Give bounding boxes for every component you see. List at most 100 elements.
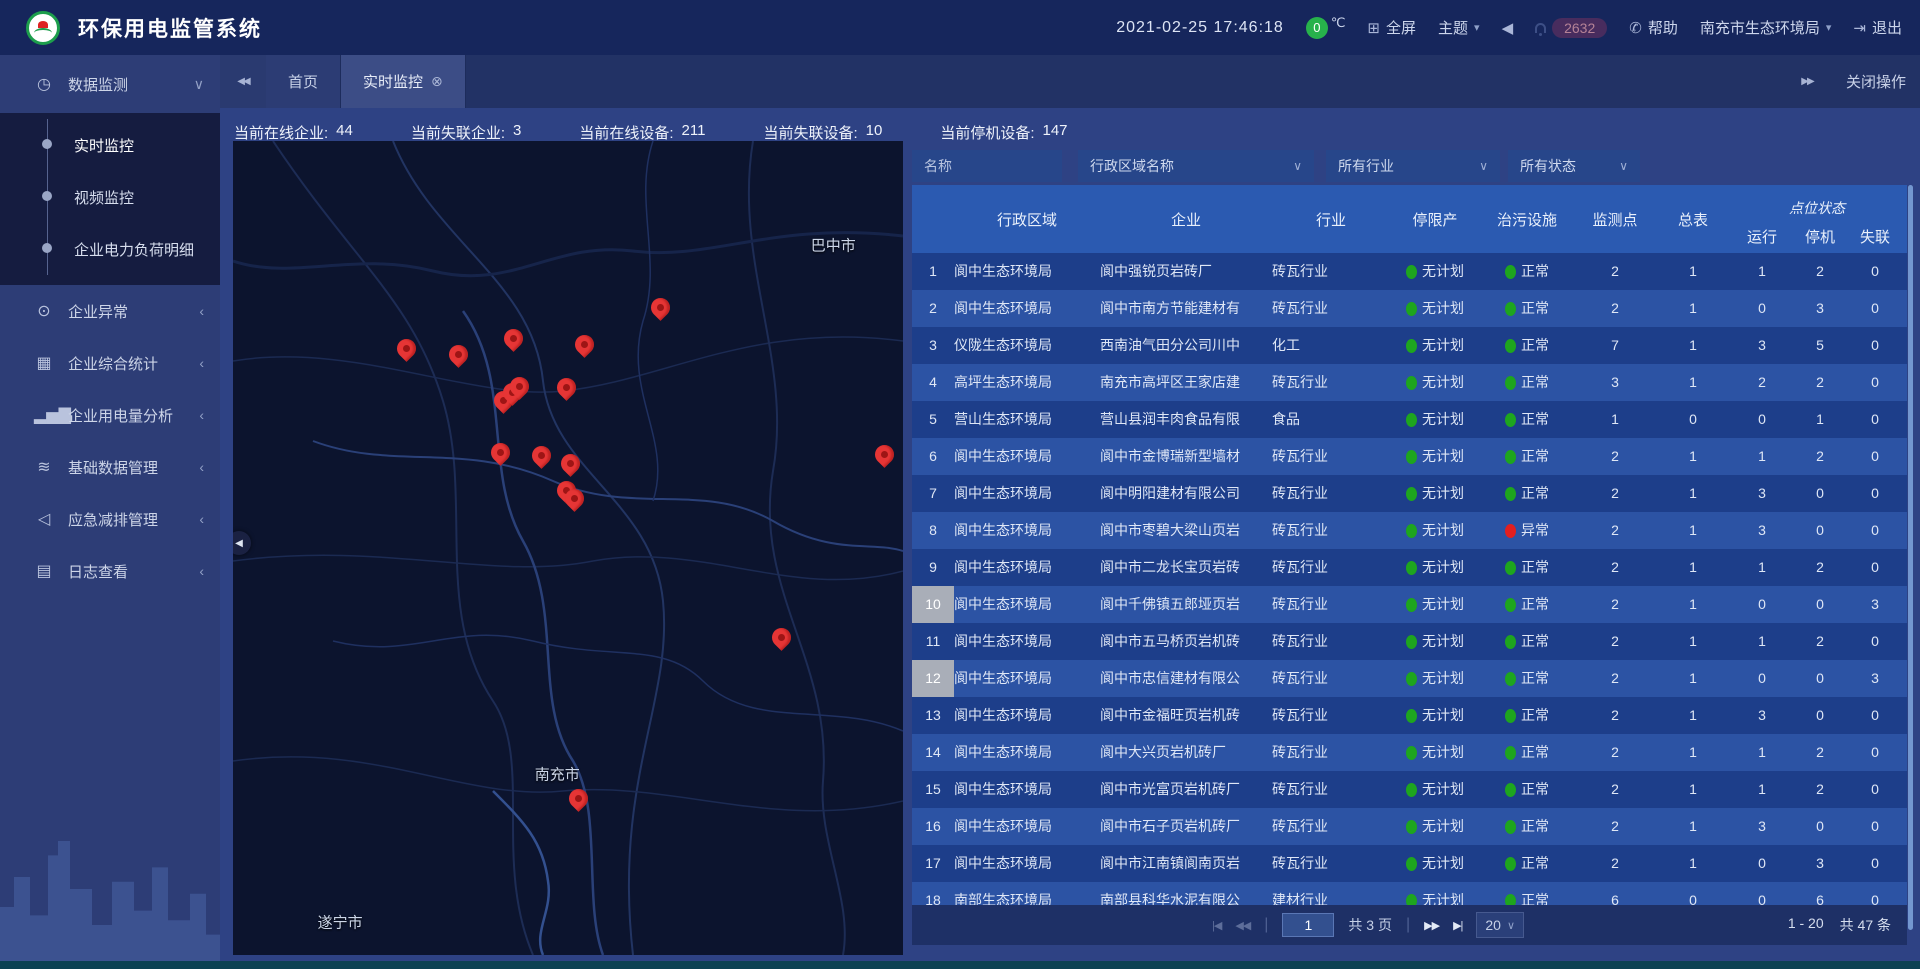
table-row[interactable]: 6阆中生态环境局阆中市金博瑞新型墙材砖瓦行业无计划正常21120 [912,438,1907,475]
enterprise-table: 行政区域企业行业停限产治污设施监测点总表点位状态运行停机失联 1阆中生态环境局阆… [912,185,1907,945]
last-page-button[interactable]: ▶| [1453,919,1462,932]
table-row[interactable]: 4高坪生态环境局南充市高坪区王家店建砖瓦行业无计划正常31220 [912,364,1907,401]
prev-page-button[interactable]: ◀◀ [1235,919,1250,932]
cell-lost: 0 [1846,290,1904,327]
help-button[interactable]: ✆ 帮助 [1629,17,1678,38]
sidebar-subitem-企业电力负荷明细[interactable]: 企业电力负荷明细 [0,223,220,275]
cell-region: 阆中生态环境局 [954,475,1100,512]
base-data-icon: ≋ [34,457,54,477]
page-size-select[interactable]: 20 ∨ [1476,912,1524,938]
bell-icon [1535,23,1546,33]
sidebar-item-label: 企业用电量分析 [68,405,173,426]
cell-facility-status: 正常 [1480,586,1574,623]
tab-realtime-monitor[interactable]: 实时监控 ⊗ [341,55,466,108]
cell-industry: 砖瓦行业 [1272,290,1390,327]
cell-total-meters: 0 [1656,401,1730,438]
temperature: 0 ℃ [1306,17,1346,39]
cell-running: 1 [1730,253,1794,290]
close-operations-button[interactable]: 关闭操作 [1846,71,1906,92]
sidebar-item-2[interactable]: ▦企业综合统计‹ [0,337,220,389]
table-row[interactable]: 9阆中生态环境局阆中市二龙长宝页岩砖砖瓦行业无计划正常21120 [912,549,1907,586]
chevron-left-icon: ‹ [199,407,204,423]
cell-running: 0 [1730,290,1794,327]
sidebar-item-3[interactable]: ▂▅▇企业用电量分析‹ [0,389,220,441]
table-row[interactable]: 13阆中生态环境局阆中市金福旺页岩机砖砖瓦行业无计划正常21300 [912,697,1907,734]
logout-button[interactable]: ⇥ 退出 [1853,17,1902,38]
chevron-left-icon: ‹ [199,563,204,579]
cell-company: 阆中市南方节能建材有 [1100,290,1272,327]
table-row[interactable]: 16阆中生态环境局阆中市石子页岩机砖厂砖瓦行业无计划正常21300 [912,808,1907,845]
cell-total-meters: 1 [1656,290,1730,327]
cell-limit-status: 无计划 [1390,660,1480,697]
table-row[interactable]: 7阆中生态环境局阆中明阳建材有限公司砖瓦行业无计划正常21300 [912,475,1907,512]
fullscreen-button[interactable]: ⊞ 全屏 [1367,17,1416,38]
table-row[interactable]: 3仪陇生态环境局西南油气田分公司川中化工无计划正常71350 [912,327,1907,364]
cell-monitor-points: 3 [1574,364,1656,401]
tabs-scroll-right-button[interactable]: ▶▶ [1784,76,1830,87]
table-row[interactable]: 2阆中生态环境局阆中市南方节能建材有砖瓦行业无计划正常21030 [912,290,1907,327]
industry-filter-select[interactable]: 所有行业 ∨ [1326,150,1500,182]
close-icon[interactable]: ⊗ [431,73,443,90]
cell-monitor-points: 2 [1574,734,1656,771]
table-row[interactable]: 12阆中生态环境局阆中市忠信建材有限公砖瓦行业无计划正常21003 [912,660,1907,697]
cell-running: 1 [1730,771,1794,808]
map-panel[interactable]: 巴中市南充市遂宁市 ◀ [233,141,903,955]
first-page-button[interactable]: |◀ [1212,919,1221,932]
cell-facility-status: 正常 [1480,438,1574,475]
table-row[interactable]: 14阆中生态环境局阆中大兴页岩机砖厂砖瓦行业无计划正常21120 [912,734,1907,771]
sidebar-subitem-实时监控[interactable]: 实时监控 [0,119,220,171]
stat-value: 147 [1043,122,1068,143]
region-filter-select[interactable]: 行政区域名称 ∨ [1078,150,1314,182]
sidebar-item-6[interactable]: ▤日志查看‹ [0,545,220,597]
status-dot-icon [1505,524,1516,538]
mute-button[interactable]: ◀ [1502,19,1514,37]
chevron-left-icon: ‹ [199,355,204,371]
next-page-button[interactable]: ▶▶ [1424,919,1439,932]
cell-monitor-points: 2 [1574,512,1656,549]
status-dot-icon [1406,894,1417,906]
org-dropdown[interactable]: 南充市生态环境局 ▾ [1700,17,1832,38]
status-dot-icon [1505,302,1516,316]
table-row[interactable]: 17阆中生态环境局阆中市江南镇阆南页岩砖瓦行业无计划正常21030 [912,845,1907,882]
table-scrollbar[interactable] [1908,185,1913,930]
tabs-scroll-left-button[interactable]: ◀◀ [220,55,266,108]
chevron-down-icon: ∨ [1479,159,1488,173]
skyline-decoration [0,841,220,961]
cell-monitor-points: 2 [1574,475,1656,512]
table-row[interactable]: 5营山生态环境局营山县润丰肉食品有限食品无计划正常10010 [912,401,1907,438]
status-dot-icon [1406,302,1417,316]
status-filter-select[interactable]: 所有状态 ∨ [1508,150,1640,182]
cell-facility-status: 正常 [1480,549,1574,586]
cell-industry: 食品 [1272,401,1390,438]
table-row[interactable]: 1阆中生态环境局阆中强锐页岩砖厂砖瓦行业无计划正常21120 [912,253,1907,290]
col-header-3: 行业 [1272,185,1390,253]
cell-row-number: 15 [912,771,954,808]
table-row[interactable]: 11阆中生态环境局阆中市五马桥页岩机砖砖瓦行业无计划正常21120 [912,623,1907,660]
col-header-7: 总表 [1656,185,1730,253]
chevron-down-icon: ∨ [194,76,204,93]
theme-dropdown[interactable]: 主题 ▾ [1438,17,1480,38]
temperature-unit: ℃ [1331,15,1346,31]
cell-total-meters: 1 [1656,512,1730,549]
cell-row-number: 5 [912,401,954,438]
map-city-label: 遂宁市 [318,912,363,933]
table-row[interactable]: 10阆中生态环境局阆中千佛镇五郎垭页岩砖瓦行业无计划正常21003 [912,586,1907,623]
cell-running: 3 [1730,475,1794,512]
status-dot-icon [1406,524,1417,538]
cell-company: 阆中市光富页岩机砖厂 [1100,771,1272,808]
cell-region: 阆中生态环境局 [954,771,1100,808]
page-number-input[interactable] [1282,913,1334,937]
sidebar-subitem-视频监控[interactable]: 视频监控 [0,171,220,223]
sidebar-item-4[interactable]: ≋基础数据管理‹ [0,441,220,493]
table-row[interactable]: 15阆中生态环境局阆中市光富页岩机砖厂砖瓦行业无计划正常21120 [912,771,1907,808]
tab-home[interactable]: 首页 [266,55,341,108]
cell-industry: 化工 [1272,327,1390,364]
sidebar-item-1[interactable]: ⊙企业异常‹ [0,285,220,337]
cell-facility-status: 正常 [1480,808,1574,845]
table-row[interactable]: 18南部生态环境局南部县科华水泥有限公建材行业无计划正常60060 [912,882,1907,905]
sidebar-item-5[interactable]: ◁应急减排管理‹ [0,493,220,545]
name-filter-input[interactable] [912,150,1062,182]
sidebar-item-0[interactable]: ◷数据监测∨ [0,55,220,113]
table-row[interactable]: 8阆中生态环境局阆中市枣碧大梁山页岩砖瓦行业无计划异常21300 [912,512,1907,549]
notifications[interactable]: 2632 [1535,18,1607,38]
